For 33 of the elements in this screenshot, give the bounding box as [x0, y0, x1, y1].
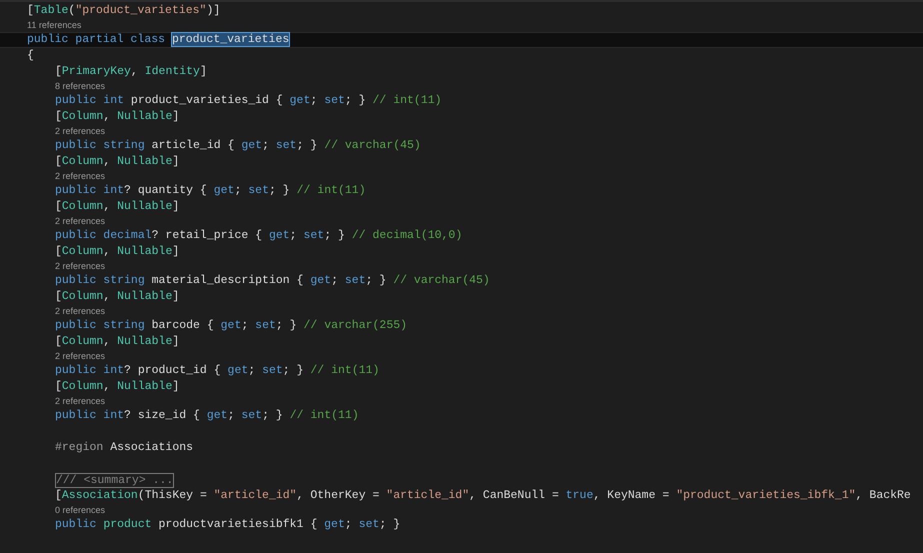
code-line: public string material_description { get; set; } // varchar(45)	[55, 273, 490, 289]
references-link[interactable]: 11 references	[27, 19, 82, 32]
references-link[interactable]: 2 references	[55, 260, 106, 273]
collapsed-comment[interactable]: /// <summary> ...	[55, 472, 174, 488]
references-link[interactable]: 2 references	[55, 305, 106, 318]
code-line: public product productvarietiesibfk1 { get; set; }	[55, 517, 400, 533]
code-line: [Column, Nullable]	[55, 289, 180, 305]
code-line: public decimal? retail_price { get; set; } // decimal(10,0)	[55, 228, 462, 244]
code-line: {	[27, 48, 34, 64]
references-link[interactable]: 0 references	[55, 504, 106, 517]
code-line: public string article_id { get; set; } // varchar(45)	[55, 138, 421, 154]
code-line: public int? size_id { get; set; } // int(11)	[55, 408, 359, 424]
code-line: #region Associations	[55, 440, 194, 456]
code-line: public int? quantity { get; set; } // int(11)	[55, 183, 366, 199]
references-link[interactable]: 2 references	[55, 395, 106, 408]
code-line: [Column, Nullable]	[55, 154, 180, 170]
code-line: [Association(ThisKey = "article_id", OtherKey = "article_id", CanBeNull = true, KeyName = "product_varieties_ibfk_1", BackRe	[55, 488, 911, 504]
code-line: [Column, Nullable]	[55, 334, 180, 350]
code-line: [Column, Nullable]	[55, 244, 180, 260]
code-line: [Column, Nullable]	[55, 109, 180, 125]
references-link[interactable]: 2 references	[55, 350, 106, 363]
references-link[interactable]: 2 references	[55, 215, 106, 228]
code-line: [Column, Nullable]	[55, 199, 180, 215]
code-line: [Column, Nullable]	[55, 379, 180, 395]
code-line: public string barcode { get; set; } // varchar(255)	[55, 318, 408, 334]
references-link[interactable]: 8 references	[55, 80, 106, 93]
code-line: [PrimaryKey, Identity]	[55, 64, 207, 80]
code-line: public int? product_id { get; set; } // int(11)	[55, 363, 380, 379]
code-line: public int product_varieties_id { get; set; } // int(11)	[55, 93, 442, 109]
references-link[interactable]: 2 references	[55, 170, 106, 183]
code-line: public partial class product_varieties	[27, 32, 290, 48]
code-line: [Table("product_varieties")]	[27, 3, 220, 19]
references-link[interactable]: 2 references	[55, 125, 106, 138]
